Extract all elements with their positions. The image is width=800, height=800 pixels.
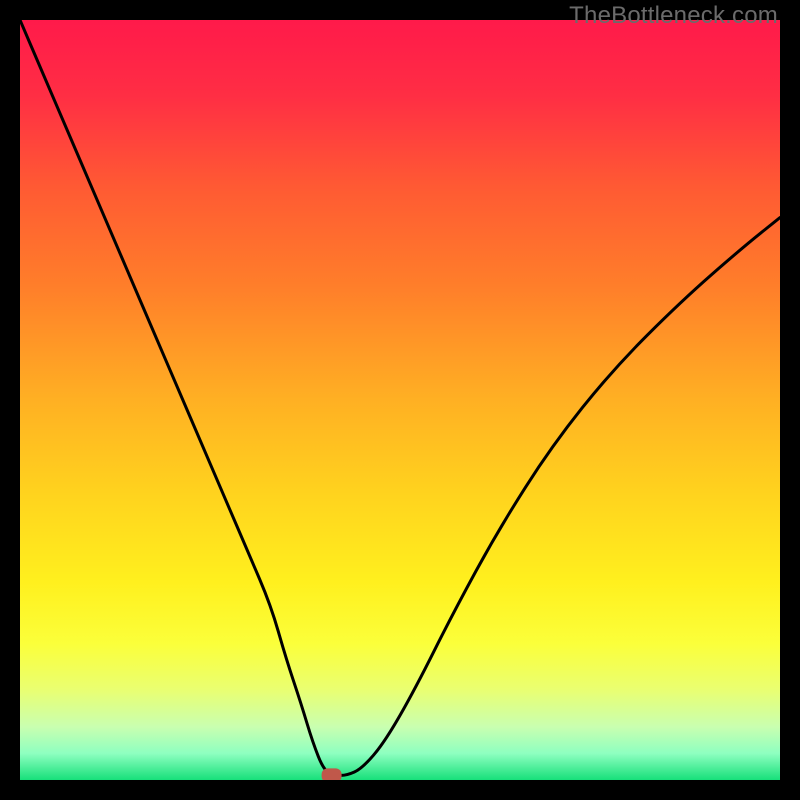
chart-frame: TheBottleneck.com (0, 0, 800, 800)
plot-area (20, 20, 780, 780)
watermark-text: TheBottleneck.com (569, 2, 778, 30)
gradient-background (20, 20, 780, 780)
bottleneck-chart (20, 20, 780, 780)
optimal-point-marker (322, 768, 342, 780)
